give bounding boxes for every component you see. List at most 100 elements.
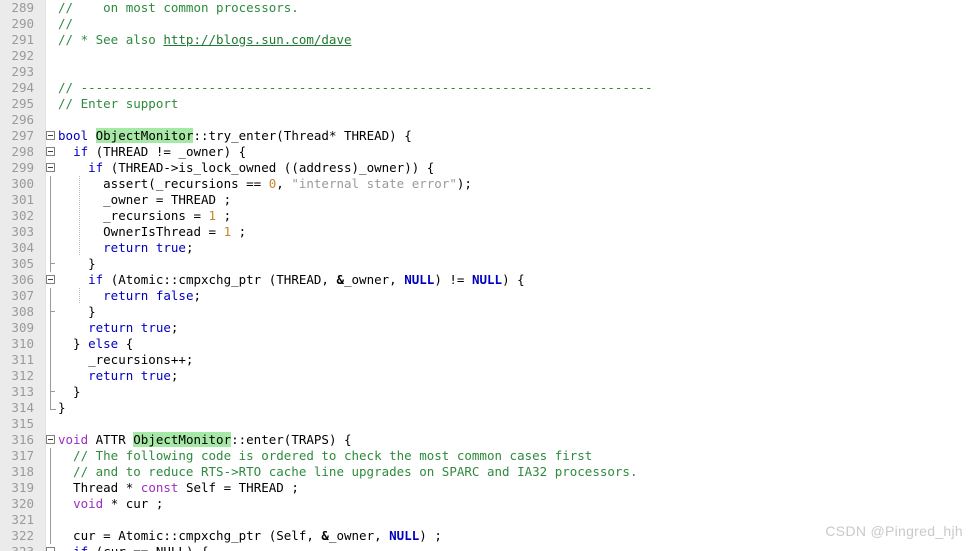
code-line[interactable]: 302 _recursions = 1 ; bbox=[0, 208, 977, 224]
code-line[interactable]: 319 Thread * const Self = THREAD ; bbox=[0, 480, 977, 496]
token-hl: ObjectMonitor bbox=[133, 432, 232, 447]
fold-guide-line bbox=[50, 464, 51, 480]
code-line[interactable]: 313 } bbox=[0, 384, 977, 400]
token-kw: bool bbox=[58, 128, 96, 143]
line-number: 292 bbox=[11, 48, 34, 63]
code-text[interactable]: } bbox=[58, 256, 96, 272]
token-ident: (THREAD != _owner) { bbox=[88, 144, 247, 159]
code-line[interactable]: 290 // bbox=[0, 16, 977, 32]
code-text[interactable]: assert(_recursions == 0, "internal state… bbox=[58, 176, 472, 192]
code-text[interactable]: OwnerIsThread = 1 ; bbox=[58, 224, 246, 240]
code-text[interactable]: } bbox=[58, 304, 96, 320]
line-number: 303 bbox=[11, 224, 34, 239]
token-ident: cur = Atomic::cmpxchg_ptr (Self, bbox=[58, 528, 322, 543]
fold-collapse-icon[interactable] bbox=[46, 275, 55, 284]
code-text[interactable]: } bbox=[58, 400, 66, 416]
code-line[interactable]: 310 } else { bbox=[0, 336, 977, 352]
code-line[interactable]: 292 bbox=[0, 48, 977, 64]
code-text[interactable]: return false; bbox=[58, 288, 201, 304]
code-line[interactable]: 291 // * See also http://blogs.sun.com/da… bbox=[0, 32, 977, 48]
code-text[interactable]: return true; bbox=[58, 368, 178, 384]
fold-collapse-icon[interactable] bbox=[46, 163, 55, 172]
token-kw: if bbox=[88, 160, 104, 175]
code-line[interactable]: 317 // The following code is ordered to … bbox=[0, 448, 977, 464]
code-text[interactable]: // * See also http://blogs.sun.com/dave bbox=[58, 32, 352, 48]
code-text[interactable]: // Enter support bbox=[58, 96, 178, 112]
code-text[interactable]: cur = Atomic::cmpxchg_ptr (Self, &_owner… bbox=[58, 528, 442, 544]
code-text[interactable]: // on most common processors. bbox=[58, 0, 299, 16]
code-line[interactable]: 315 bbox=[0, 416, 977, 432]
line-number: 306 bbox=[11, 272, 34, 287]
line-number: 315 bbox=[11, 416, 34, 431]
code-line[interactable]: 297 bool ObjectMonitor::try_enter(Thread*… bbox=[0, 128, 977, 144]
code-line[interactable]: 312 return true; bbox=[0, 368, 977, 384]
code-text[interactable]: // and to reduce RTS->RTO cache line upg… bbox=[58, 464, 637, 480]
code-text[interactable]: bool ObjectMonitor::try_enter(Thread* TH… bbox=[58, 128, 412, 144]
code-text[interactable]: if (THREAD != _owner) { bbox=[58, 144, 246, 160]
code-text[interactable]: if (Atomic::cmpxchg_ptr (THREAD, &_owner… bbox=[58, 272, 525, 288]
fold-collapse-icon[interactable] bbox=[46, 547, 55, 551]
code-line[interactable]: 289 // on most common processors. bbox=[0, 0, 977, 16]
token-ident: ; bbox=[231, 224, 247, 239]
token-cmt: // Enter support bbox=[58, 96, 179, 111]
code-text[interactable]: if (cur == NULL) { bbox=[58, 544, 208, 551]
code-text[interactable]: _owner = THREAD ; bbox=[58, 192, 231, 208]
code-line[interactable]: 296 bbox=[0, 112, 977, 128]
code-line[interactable]: 311 _recursions++; bbox=[0, 352, 977, 368]
token-ident: * cur ; bbox=[103, 496, 164, 511]
fold-collapse-icon[interactable] bbox=[46, 435, 55, 444]
code-text[interactable]: return true; bbox=[58, 320, 178, 336]
code-line[interactable]: 299 if (THREAD->is_lock_owned ((address)… bbox=[0, 160, 977, 176]
token-ident: ATTR bbox=[88, 432, 134, 447]
code-text[interactable]: if (THREAD->is_lock_owned ((address)_own… bbox=[58, 160, 434, 176]
fold-collapse-icon[interactable] bbox=[46, 131, 55, 140]
code-line[interactable]: 304 return true; bbox=[0, 240, 977, 256]
token-ident: ; bbox=[185, 240, 194, 255]
token-amp: & bbox=[336, 272, 344, 287]
token-ident: ) ; bbox=[419, 528, 442, 543]
token-ident: } bbox=[58, 304, 96, 319]
code-line[interactable]: 298 if (THREAD != _owner) { bbox=[0, 144, 977, 160]
code-text[interactable]: // -------------------------------------… bbox=[58, 80, 653, 96]
code-line[interactable]: 300 assert(_recursions == 0, "internal s… bbox=[0, 176, 977, 192]
code-line[interactable]: 301 _owner = THREAD ; bbox=[0, 192, 977, 208]
code-line[interactable]: 303 OwnerIsThread = 1 ; bbox=[0, 224, 977, 240]
code-line[interactable]: 318 // and to reduce RTS->RTO cache line… bbox=[0, 464, 977, 480]
code-text[interactable]: // The following code is ordered to chec… bbox=[58, 448, 592, 464]
code-text[interactable]: } bbox=[58, 384, 81, 400]
code-line[interactable]: 320 void * cur ; bbox=[0, 496, 977, 512]
code-line[interactable]: 294 // ----------------------------------… bbox=[0, 80, 977, 96]
code-line[interactable]: 314} bbox=[0, 400, 977, 416]
line-number: 299 bbox=[11, 160, 34, 175]
code-line[interactable]: 306 if (Atomic::cmpxchg_ptr (THREAD, &_o… bbox=[0, 272, 977, 288]
code-text[interactable]: // bbox=[58, 16, 73, 32]
token-ident: _recursions++; bbox=[58, 352, 194, 367]
token-ident: ) { bbox=[502, 272, 525, 287]
code-text[interactable]: _recursions++; bbox=[58, 352, 193, 368]
code-line[interactable]: 323 if (cur == NULL) { bbox=[0, 544, 977, 551]
code-line[interactable]: 307 return false; bbox=[0, 288, 977, 304]
fold-collapse-icon[interactable] bbox=[46, 147, 55, 156]
token-ident: ::enter(TRAPS) { bbox=[231, 432, 352, 447]
code-text[interactable]: return true; bbox=[58, 240, 193, 256]
code-line[interactable]: 308 } bbox=[0, 304, 977, 320]
code-line[interactable]: 309 return true; bbox=[0, 320, 977, 336]
code-line[interactable]: 295 // Enter support bbox=[0, 96, 977, 112]
code-line[interactable]: 305 } bbox=[0, 256, 977, 272]
code-text[interactable]: _recursions = 1 ; bbox=[58, 208, 231, 224]
code-text[interactable]: void * cur ; bbox=[58, 496, 163, 512]
code-text[interactable]: Thread * const Self = THREAD ; bbox=[58, 480, 299, 496]
code-text[interactable]: } else { bbox=[58, 336, 133, 352]
line-number: 320 bbox=[11, 496, 34, 511]
token-ident: ) != bbox=[434, 272, 472, 287]
code-text[interactable]: void ATTR ObjectMonitor::enter(TRAPS) { bbox=[58, 432, 352, 448]
code-line[interactable]: 316 void ATTR ObjectMonitor::enter(TRAPS)… bbox=[0, 432, 977, 448]
fold-guide-line bbox=[50, 336, 51, 352]
code-line[interactable]: 293 bbox=[0, 64, 977, 80]
token-kw: if bbox=[73, 544, 88, 551]
fold-guide-line bbox=[50, 288, 51, 304]
token-cmt: // on most common processors. bbox=[58, 0, 299, 15]
token-ident: { bbox=[118, 336, 134, 351]
token-kw: if bbox=[88, 272, 104, 287]
code-editor[interactable]: 289// on most common processors. 290//291… bbox=[0, 0, 977, 551]
